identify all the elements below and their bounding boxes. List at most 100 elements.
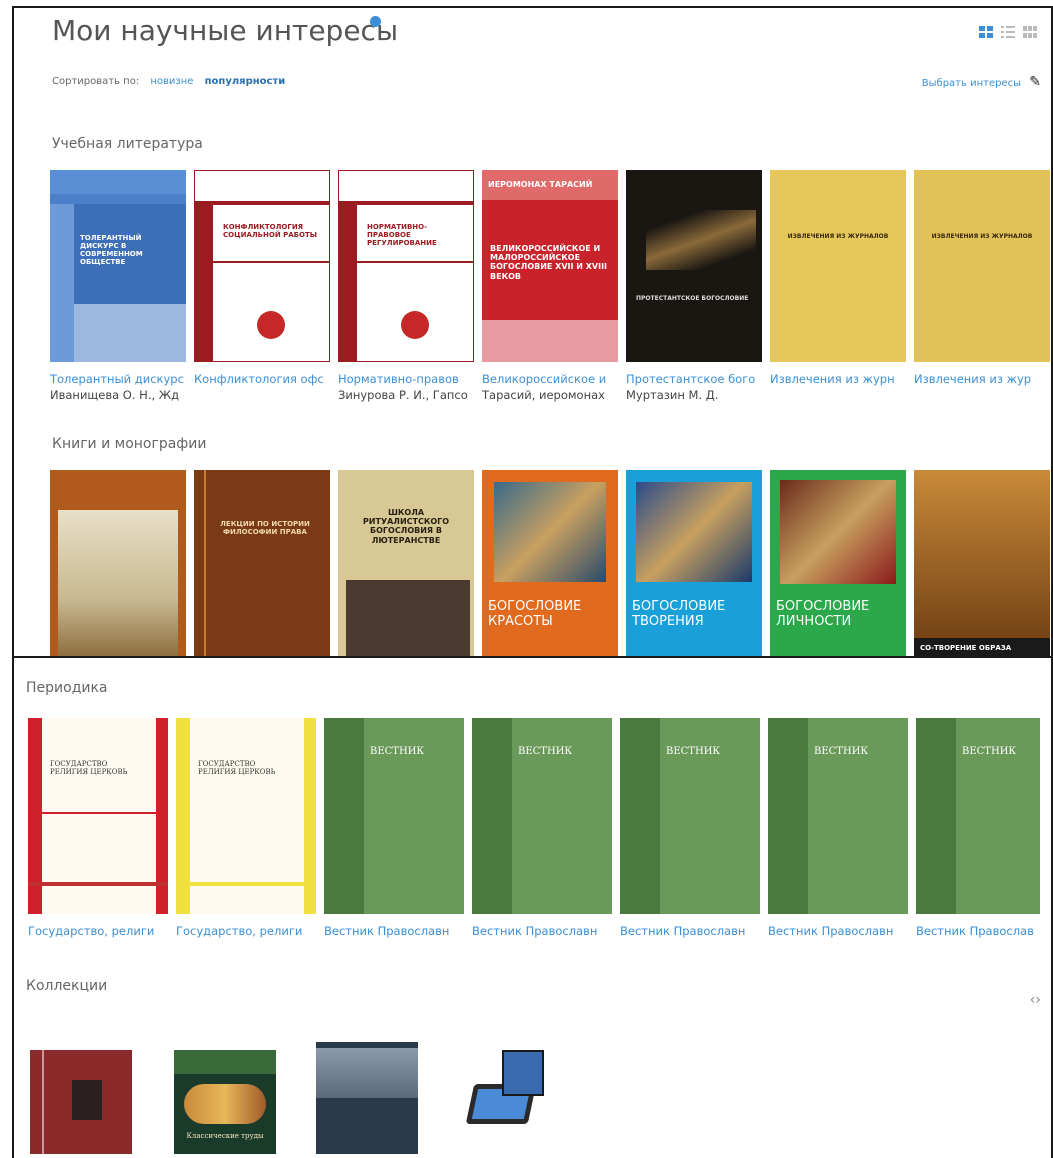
journal-title[interactable]: Вестник Православн [472,924,612,938]
book-card[interactable]: ПРОТЕСТАНТСКОЕ БОГОСЛОВИЕ Протестантское… [626,170,762,402]
book-card[interactable]: ИЕРОМОНАХ ТАРАСИЙ ВЕЛИКОРОССИЙСКОЕ И МАЛ… [482,170,618,402]
pencil-icon[interactable]: ✎ [1029,74,1041,90]
journal-cover[interactable]: ВЕСТНИК [324,718,464,914]
book-cover-text: ШКОЛА РИТУАЛИСТСКОГО БОГОСЛОВИЯ В ЛЮТЕРА… [362,508,450,545]
collection-item[interactable]: Классические труды [174,1050,276,1154]
book-card[interactable]: БОГОСЛОВИЕ КРАСОТЫ [482,470,618,658]
book-cover-text: СО-ТВОРЕНИЕ ОБРАЗА [920,644,1012,652]
book-cover[interactable]: ШКОЛА РИТУАЛИСТСКОГО БОГОСЛОВИЯ В ЛЮТЕРА… [338,470,474,658]
tile-view-icon[interactable] [1023,26,1037,38]
sort-by-new[interactable]: новизне [150,76,193,87]
book-title[interactable]: Великороссийское и [482,372,618,386]
study-row: ТОЛЕРАНТНЫЙ ДИСКУРС В СОВРЕМЕННОМ ОБЩЕСТ… [50,170,1051,402]
book-title[interactable]: Толерантный дискурс [50,372,186,386]
carousel-nav-icon[interactable]: ‹› [1030,992,1041,1008]
book-card[interactable] [50,470,186,658]
book-cover[interactable]: БОГОСЛОВИЕ КРАСОТЫ [482,470,618,658]
select-interests-link[interactable]: Выбрать интересы [922,78,1021,89]
publisher-logo-icon [401,311,429,339]
journal-card[interactable]: ВЕСТНИК Вестник Православн [768,718,908,938]
book-author[interactable]: Тарасий, иеромонах [482,388,618,402]
book-cover-text: ИЗВЛЕЧЕНИЯ ИЗ ЖУРНАЛОВ [931,233,1033,240]
book-cover[interactable]: ИЗВЛЕЧЕНИЯ ИЗ ЖУРНАЛОВ [770,170,906,362]
book-cover[interactable]: КОНФЛИКТОЛОГИЯ СОЦИАЛЬНОЙ РАБОТЫ [194,170,330,362]
page-title: Мои научные интересы [52,14,399,47]
collection-item[interactable] [316,1042,418,1154]
journal-title[interactable]: Вестник Православн [620,924,760,938]
journal-card[interactable]: ГОСУДАРСТВО РЕЛИГИЯ ЦЕРКОВЬ Государство,… [28,718,168,938]
collection-cover-text: Классические труды [186,1132,264,1140]
journal-cover-text: ВЕСТНИК [370,746,425,757]
interests-panel-bottom: Периодика ГОСУДАРСТВО РЕЛИГИЯ ЦЕРКОВЬ Го… [12,656,1053,1158]
section-title-collections: Коллекции [26,978,108,994]
book-card[interactable]: ЛЕКЦИИ ПО ИСТОРИИ ФИЛОСОФИИ ПРАВА [194,470,330,658]
journal-title[interactable]: Вестник Православн [324,924,464,938]
book-cover-text: ТОЛЕРАНТНЫЙ ДИСКУРС В СОВРЕМЕННОМ ОБЩЕСТ… [80,234,143,267]
book-cover-text: НОРМАТИВНО-ПРАВОВОЕ РЕГУЛИРОВАНИЕ [367,223,437,248]
journal-title[interactable]: Вестник Православн [768,924,908,938]
book-card[interactable]: ТОЛЕРАНТНЫЙ ДИСКУРС В СОВРЕМЕННОМ ОБЩЕСТ… [50,170,186,402]
book-cover-text: ПРОТЕСТАНТСКОЕ БОГОСЛОВИЕ [636,295,749,302]
book-cover[interactable]: ТОЛЕРАНТНЫЙ ДИСКУРС В СОВРЕМЕННОМ ОБЩЕСТ… [50,170,186,362]
journal-title[interactable]: Государство, религи [176,924,316,938]
journal-cover[interactable]: ВЕСТНИК [768,718,908,914]
book-cover-text: ИЗВЛЕЧЕНИЯ ИЗ ЖУРНАЛОВ [787,233,889,240]
book-cover[interactable]: БОГОСЛОВИЕ ЛИЧНОСТИ [770,470,906,658]
book-cover-text: БОГОСЛОВИЕ КРАСОТЫ [488,599,582,629]
collection-item[interactable] [30,1050,132,1154]
publisher-logo-icon [257,311,285,339]
book-cover-text: КОНФЛИКТОЛОГИЯ СОЦИАЛЬНОЙ РАБОТЫ [223,223,317,240]
book-cover-text: ЛЕКЦИИ ПО ИСТОРИИ ФИЛОСОФИИ ПРАВА [220,520,310,537]
book-card[interactable]: ИЗВЛЕЧЕНИЯ ИЗ ЖУРНАЛОВ Извлечения из жур [914,170,1050,402]
book-card[interactable]: БОГОСЛОВИЕ ЛИЧНОСТИ [770,470,906,658]
book-card[interactable]: СО-ТВОРЕНИЕ ОБРАЗА [914,470,1050,658]
journal-cover[interactable]: ГОСУДАРСТВО РЕЛИГИЯ ЦЕРКОВЬ [176,718,316,914]
book-cover[interactable]: ЛЕКЦИИ ПО ИСТОРИИ ФИЛОСОФИИ ПРАВА [194,470,330,658]
book-title[interactable]: Конфликтология офс [194,372,330,386]
book-card[interactable]: ШКОЛА РИТУАЛИСТСКОГО БОГОСЛОВИЯ В ЛЮТЕРА… [338,470,474,658]
book-cover[interactable]: ПРОТЕСТАНТСКОЕ БОГОСЛОВИЕ [626,170,762,362]
journal-cover-text: ВЕСТНИК [666,746,721,757]
collection-item[interactable] [465,1050,556,1130]
book-cover[interactable]: ИЕРОМОНАХ ТАРАСИЙ ВЕЛИКОРОССИЙСКОЕ И МАЛ… [482,170,618,362]
journal-card[interactable]: ГОСУДАРСТВО РЕЛИГИЯ ЦЕРКОВЬ Государство,… [176,718,316,938]
journal-cover[interactable]: ГОСУДАРСТВО РЕЛИГИЯ ЦЕРКОВЬ [28,718,168,914]
book-title[interactable]: Протестантское бого [626,372,762,386]
book-cover[interactable]: ИЗВЛЕЧЕНИЯ ИЗ ЖУРНАЛОВ [914,170,1050,362]
journal-cover[interactable]: ВЕСТНИК [472,718,612,914]
book-title[interactable]: Нормативно-правов [338,372,474,386]
book-cover[interactable]: НОРМАТИВНО-ПРАВОВОЕ РЕГУЛИРОВАНИЕ [338,170,474,362]
journal-title[interactable]: Государство, религи [28,924,168,938]
journal-cover[interactable]: ВЕСТНИК [916,718,1040,914]
journal-card[interactable]: ВЕСТНИК Вестник Православн [472,718,612,938]
journal-card[interactable]: ВЕСТНИК Вестник Православн [620,718,760,938]
journal-card[interactable]: ВЕСТНИК Вестник Православ [916,718,1040,938]
journal-cover-text: ВЕСТНИК [814,746,869,757]
sort-by-popularity[interactable]: популярности [205,76,286,87]
book-card[interactable]: БОГОСЛОВИЕ ТВОРЕНИЯ [626,470,762,658]
journal-title[interactable]: Вестник Православ [916,924,1040,938]
book-card[interactable]: ИЗВЛЕЧЕНИЯ ИЗ ЖУРНАЛОВ Извлечения из жур… [770,170,906,402]
interests-panel-top: Мои научные интересы Сортировать по: нов… [12,6,1053,658]
journal-cover-text: ГОСУДАРСТВО РЕЛИГИЯ ЦЕРКОВЬ [50,760,128,777]
book-author[interactable]: Зинурова Р. И., Гапсо [338,388,474,402]
list-view-icon[interactable] [1001,26,1015,38]
sort-label: Сортировать по: [52,76,140,87]
book-cover[interactable]: СО-ТВОРЕНИЕ ОБРАЗА [914,470,1050,658]
sort-bar: Сортировать по: новизне популярности [52,76,285,87]
book-cover[interactable]: БОГОСЛОВИЕ ТВОРЕНИЯ [626,470,762,658]
book-cover[interactable] [50,470,186,658]
settings-icon[interactable] [370,16,381,27]
book-author[interactable]: Иванищева О. Н., Жд [50,388,186,402]
book-card[interactable]: НОРМАТИВНО-ПРАВОВОЕ РЕГУЛИРОВАНИЕ Нормат… [338,170,474,402]
journal-card[interactable]: ВЕСТНИК Вестник Православн [324,718,464,938]
book-cover-text: ВЕЛИКОРОССИЙСКОЕ И МАЛОРОССИЙСКОЕ БОГОСЛ… [490,244,608,281]
journal-cover[interactable]: ВЕСТНИК [620,718,760,914]
book-cover-text: БОГОСЛОВИЕ ТВОРЕНИЯ [632,599,726,629]
grid-view-icon[interactable] [979,26,993,38]
book-title[interactable]: Извлечения из жур [914,372,1050,386]
book-title[interactable]: Извлечения из журн [770,372,906,386]
book-cover-top-text: ИЕРОМОНАХ ТАРАСИЙ [488,180,593,189]
book-card[interactable]: КОНФЛИКТОЛОГИЯ СОЦИАЛЬНОЙ РАБОТЫ Конфлик… [194,170,330,402]
book-author[interactable]: Муртазин М. Д. [626,388,762,402]
